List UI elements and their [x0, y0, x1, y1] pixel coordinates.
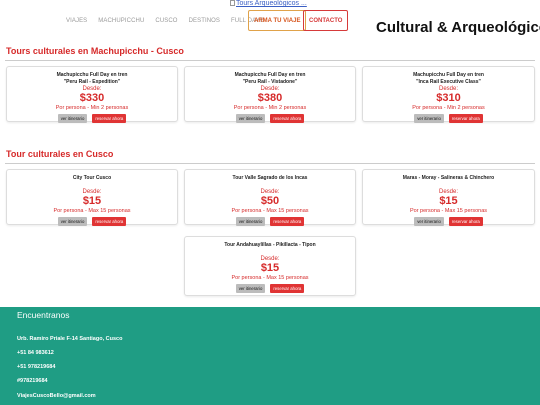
nav-machupicchu[interactable]: MACHUPICCHU [98, 18, 144, 24]
tour-price: $15 [82, 195, 102, 207]
tour-name: Tour Valle Sagrado de los Incas [232, 175, 308, 181]
itinerary-button[interactable]: ver itinerario [235, 217, 266, 226]
footer-email[interactable]: ViajesCuscoBello@gmail.com [17, 393, 96, 399]
tour-card-vistadone: Machupicchu Full Day en tren "Peru Rail -… [184, 66, 356, 123]
contacto-button[interactable]: CONTACTO [303, 10, 349, 31]
page: Tours Arqueológicos ... VIAJES MACHUPICC… [0, 0, 540, 405]
tour-price: $330 [79, 92, 105, 104]
tour-card-andahuaylillas: Tour Andahuaylillas - Pikillacta - Tipon… [184, 236, 356, 296]
price-note: Por persona - Max 15 personas [231, 208, 309, 214]
book-now-button[interactable]: reservar ahora [92, 217, 127, 226]
footer: Encuentranos Urb. Ramiro Priale F-14 San… [0, 307, 540, 405]
logo-alt-text: Tours Arqueológicos ... [236, 0, 307, 7]
footer-phone: +51 84 983612 [17, 350, 54, 356]
tour-name: Maras - Moray - Salineras & Chinchero [402, 175, 495, 181]
tour-card-maras-moray: Maras - Moray - Salineras & Chinchero De… [362, 169, 535, 226]
footer-phone: +51 978219684 [17, 364, 56, 370]
main-nav: VIAJES MACHUPICCHU CUSCO DESTINOS FULL D… [66, 10, 275, 31]
tour-card-inca-rail: Machupicchu Full Day en tren "Inca Rail E… [362, 66, 535, 123]
brand-title: Cultural & Arqueológico [376, 19, 540, 36]
tour-card-city-tour: City Tour Cusco Desde: $15 Por persona -… [6, 169, 178, 226]
section-title-machupicchu: Tours culturales en Machupicchu - Cusco [6, 46, 184, 56]
footer-phone: #978219684 [17, 378, 48, 384]
divider [5, 60, 535, 61]
itinerary-button[interactable]: ver itinerario [57, 114, 88, 123]
tour-name: Machupicchu Full Day en tren "Peru Rail -… [56, 72, 128, 85]
book-now-button[interactable]: reservar ahora [92, 114, 127, 123]
nav-cusco[interactable]: CUSCO [155, 18, 177, 24]
footer-title: Encuentranos [17, 310, 70, 320]
tour-name: Machupicchu Full Day en tren "Peru Rail -… [234, 72, 306, 85]
divider [5, 163, 535, 164]
tour-card-expedition: Machupicchu Full Day en tren "Peru Rail -… [6, 66, 178, 123]
book-now-button[interactable]: reservar ahora [448, 114, 483, 123]
tour-price: $15 [260, 262, 280, 274]
nav-destinos[interactable]: DESTINOS [189, 18, 220, 24]
itinerary-button[interactable]: ver itinerario [235, 114, 266, 123]
price-note: Por persona - Max 15 personas [53, 208, 131, 214]
price-note: Por persona - Max 15 personas [409, 208, 488, 214]
book-now-button[interactable]: reservar ahora [270, 114, 305, 123]
itinerary-button[interactable]: ver itinerario [235, 284, 266, 293]
tour-name: City Tour Cusco [72, 175, 112, 181]
arma-tu-viaje-button[interactable]: ARMA TU VIAJE [248, 10, 307, 31]
tour-price: $380 [257, 92, 283, 104]
tour-card-valle-sagrado: Tour Valle Sagrado de los Incas Desde: $… [184, 169, 356, 226]
footer-address: Urb. Ramiro Priale F-14 Santiago, Cusco [17, 336, 123, 342]
tour-price: $310 [436, 92, 461, 104]
itinerary-button[interactable]: ver itinerario [414, 217, 444, 226]
tour-price: $50 [260, 195, 280, 207]
price-note: Por persona - Min 2 personas [233, 105, 307, 111]
price-note: Por persona - Min 2 personas [412, 105, 485, 111]
nav-viajes[interactable]: VIAJES [66, 18, 87, 24]
tour-price: $15 [439, 195, 458, 207]
tour-name: Tour Andahuaylillas - Pikillacta - Tipon [224, 242, 316, 248]
logo-link[interactable]: Tours Arqueológicos ... [230, 0, 307, 7]
price-note: Por persona - Max 15 personas [231, 275, 309, 281]
book-now-button[interactable]: reservar ahora [448, 217, 483, 226]
section-title-cusco: Tour culturales en Cusco [6, 149, 114, 159]
book-now-button[interactable]: reservar ahora [270, 217, 305, 226]
price-note: Por persona - Min 2 personas [55, 105, 129, 111]
tour-name: Machupicchu Full Day en tren "Inca Rail E… [413, 72, 484, 85]
itinerary-button[interactable]: ver itinerario [57, 217, 88, 226]
book-now-button[interactable]: reservar ahora [270, 284, 305, 293]
broken-image-icon [230, 0, 235, 6]
itinerary-button[interactable]: ver itinerario [414, 114, 444, 123]
